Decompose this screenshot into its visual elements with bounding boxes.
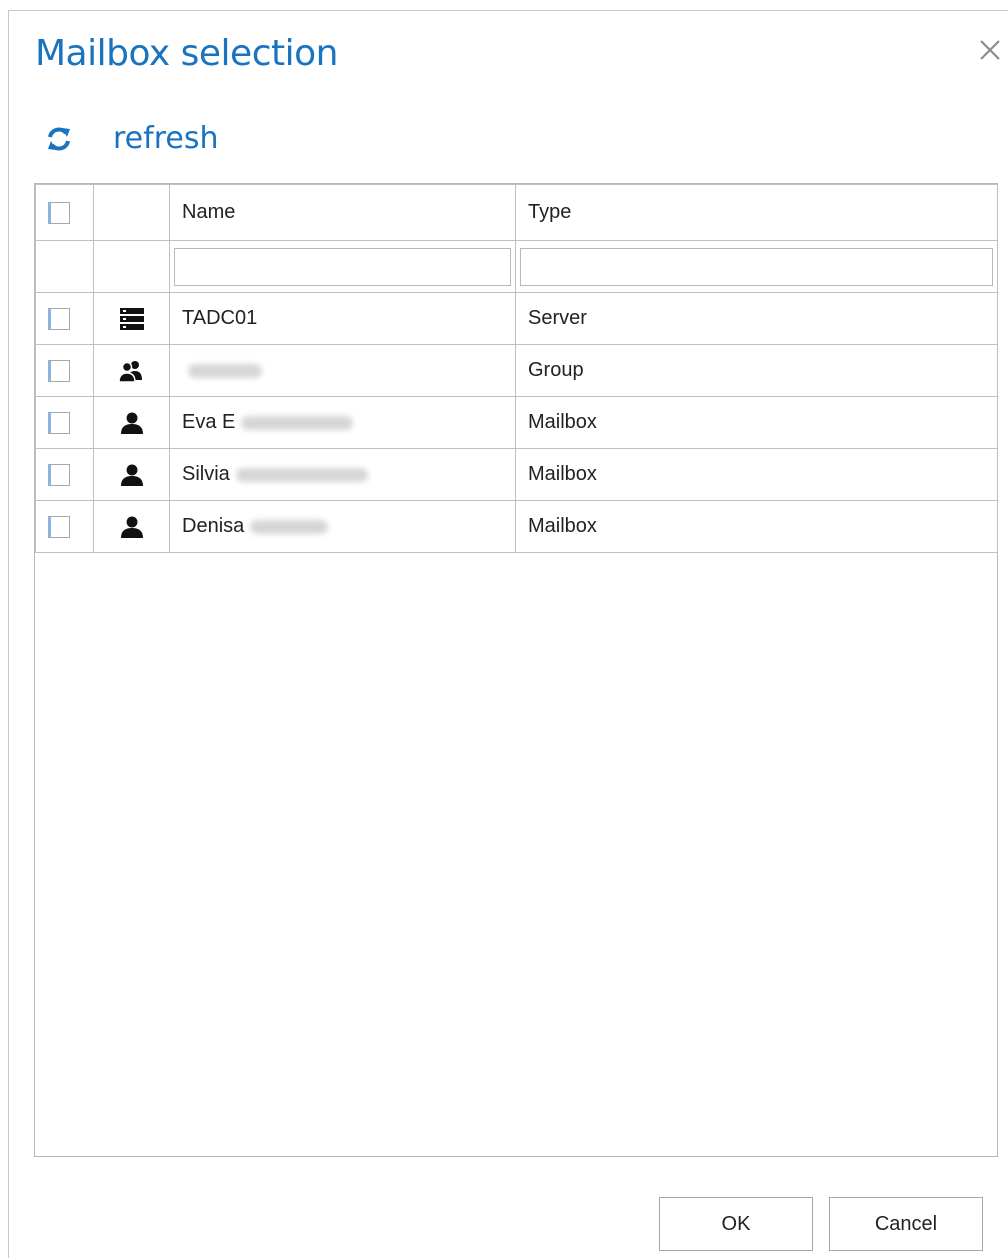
- row-name: Eva E: [182, 411, 236, 433]
- table-row[interactable]: Denisa Mailbox: [35, 500, 998, 553]
- row-name: Silvia: [182, 463, 230, 485]
- redacted-text: [235, 467, 368, 482]
- row-type: Group: [528, 359, 584, 381]
- refresh-label: refresh: [113, 121, 219, 156]
- group-icon: [94, 360, 169, 382]
- user-icon: [94, 464, 169, 486]
- icon-column-header: [93, 184, 170, 241]
- row-type: Mailbox: [528, 463, 597, 485]
- table-row[interactable]: Group: [35, 344, 998, 397]
- mailbox-selection-dialog: Mailbox selection refresh Name Type TADC…: [8, 10, 1008, 1258]
- row-checkbox[interactable]: [48, 463, 70, 486]
- row-checkbox[interactable]: [48, 411, 70, 434]
- user-icon: [94, 412, 169, 434]
- row-type: Mailbox: [528, 515, 597, 537]
- table-row[interactable]: TADC01 Server: [35, 292, 998, 345]
- mailbox-grid: Name Type TADC01 Server Group Eva E Mail…: [34, 183, 998, 1157]
- dialog-title: Mailbox selection: [35, 33, 338, 74]
- row-name: Denisa: [182, 515, 245, 537]
- redacted-text: [241, 415, 354, 430]
- cancel-button[interactable]: Cancel: [829, 1197, 983, 1251]
- name-filter-input[interactable]: [174, 247, 511, 286]
- row-checkbox[interactable]: [48, 307, 70, 330]
- close-icon[interactable]: [977, 37, 1003, 63]
- redacted-text: [188, 363, 262, 378]
- row-checkbox[interactable]: [48, 359, 70, 382]
- refresh-icon: [45, 125, 73, 153]
- row-name: TADC01: [182, 307, 258, 329]
- server-icon: [94, 307, 169, 330]
- row-type: Mailbox: [528, 411, 597, 433]
- column-header-name[interactable]: Name: [169, 184, 516, 241]
- filter-row: [35, 240, 998, 293]
- row-checkbox[interactable]: [48, 515, 70, 538]
- type-filter-input[interactable]: [520, 247, 993, 286]
- table-row[interactable]: Silvia Mailbox: [35, 448, 998, 501]
- refresh-button[interactable]: refresh: [45, 121, 218, 156]
- column-header-type[interactable]: Type: [515, 184, 998, 241]
- ok-button[interactable]: OK: [659, 1197, 813, 1251]
- user-icon: [94, 516, 169, 538]
- row-type: Server: [528, 307, 587, 329]
- select-all-cell: [35, 184, 94, 241]
- table-row[interactable]: Eva E Mailbox: [35, 396, 998, 449]
- redacted-text: [250, 519, 329, 534]
- select-all-checkbox[interactable]: [48, 201, 70, 224]
- grid-header-row: Name Type: [35, 184, 998, 241]
